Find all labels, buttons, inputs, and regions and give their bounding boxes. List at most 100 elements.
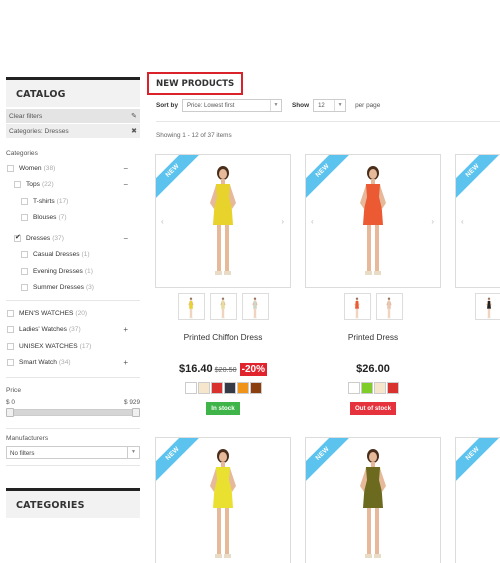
product-photo	[360, 166, 386, 275]
main-content: NEW PRODUCTS Sort by Price: Lowest first…	[147, 72, 500, 563]
price-slider[interactable]	[6, 408, 140, 417]
chevron-left-icon[interactable]: ‹	[161, 217, 164, 226]
product-image[interactable]: NEW	[305, 437, 441, 563]
collapse-icon[interactable]: −	[123, 234, 128, 243]
product-image[interactable]: NEW‹›	[455, 154, 500, 288]
show-label: Show	[292, 102, 310, 109]
chevron-right-icon[interactable]: ›	[281, 217, 284, 226]
collapse-icon[interactable]: −	[123, 164, 128, 173]
chevron-left-icon[interactable]: ‹	[461, 217, 464, 226]
sort-label: Sort by	[156, 102, 179, 109]
product-image[interactable]: NEW	[155, 437, 291, 563]
category-filter-item[interactable]: Smart Watch (34) +	[6, 355, 140, 372]
category-filter-item[interactable]: Evening Dresses (1)	[6, 263, 140, 280]
color-swatch[interactable]	[197, 382, 210, 394]
product-name[interactable]: Printed Chiffon Dress	[155, 332, 291, 342]
price-slider-min-handle[interactable]	[6, 408, 14, 417]
checkbox[interactable]	[21, 197, 28, 205]
checkbox[interactable]	[7, 342, 14, 350]
manufacturers-select[interactable]: No filters ▼	[6, 446, 140, 459]
chevron-right-icon[interactable]: ›	[431, 217, 434, 226]
checkbox[interactable]	[21, 251, 28, 259]
sort-select[interactable]: Price: Lowest first ▼	[182, 99, 283, 112]
color-swatch[interactable]	[249, 382, 262, 394]
checkbox[interactable]	[21, 214, 28, 222]
category-filter-item[interactable]: Dresses(37) −	[6, 230, 140, 247]
product-card[interactable]: NEW‹›	[455, 154, 500, 320]
chevron-left-icon[interactable]: ‹	[311, 217, 314, 226]
category-count: (1)	[84, 267, 93, 275]
checkbox[interactable]	[7, 309, 14, 317]
clear-filters-button[interactable]: Clear filters ✎	[6, 109, 140, 123]
product-thumbnail[interactable]	[375, 293, 403, 320]
category-filter-item[interactable]: T-shirts (17)	[6, 193, 140, 210]
product-card[interactable]: NEW	[455, 437, 500, 563]
product-image[interactable]: NEW‹›	[155, 154, 291, 288]
checkbox[interactable]	[14, 181, 21, 189]
category-label: Tops	[26, 181, 40, 189]
new-badge: NEW	[306, 438, 354, 485]
color-swatch[interactable]	[347, 382, 360, 394]
catalog-title: CATALOG	[6, 77, 140, 107]
category-label: Dresses	[26, 234, 51, 242]
color-swatches	[305, 382, 441, 394]
product-thumbnail[interactable]	[343, 293, 371, 320]
product-image[interactable]: NEW	[455, 437, 500, 563]
category-filter-item[interactable]: Ladies' Watches (37) +	[6, 322, 140, 339]
expand-icon[interactable]: +	[123, 325, 128, 334]
close-icon[interactable]: ✖	[131, 127, 137, 135]
checkbox[interactable]	[14, 233, 21, 242]
product-thumbnail[interactable]	[209, 293, 237, 320]
product-card[interactable]: NEW ‹ › Printed Dress $26.00 Out of stock	[305, 154, 441, 415]
category-count: (1)	[81, 251, 90, 259]
new-badge: NEW	[456, 438, 500, 485]
active-filter-label: Categories: Dresses	[9, 127, 69, 135]
price-min: $ 0	[6, 399, 15, 406]
per-page-select[interactable]: 12 ▼	[313, 99, 347, 112]
discount-badge: -20%	[239, 362, 267, 376]
category-count: (38)	[43, 164, 56, 172]
product-thumbnail[interactable]	[241, 293, 269, 320]
color-swatch[interactable]	[210, 382, 223, 394]
sidebar: CATALOG Clear filters ✎ Categories: Dres…	[6, 77, 140, 518]
divider	[6, 300, 140, 301]
product-card[interactable]: NEW ‹ › Printed Chiffon Dress $16.40 $20.50 -2…	[155, 154, 291, 415]
product-card[interactable]: NEW	[155, 437, 291, 563]
thumbnail-list	[305, 293, 441, 320]
color-swatch[interactable]	[360, 382, 373, 394]
expand-icon[interactable]: +	[123, 358, 128, 367]
category-label: T-shirts	[33, 197, 55, 205]
product-name[interactable]: Printed Dress	[305, 332, 441, 342]
checkbox[interactable]	[7, 164, 14, 172]
product-card[interactable]: NEW	[305, 437, 441, 563]
categories-title: CATEGORIES	[6, 488, 140, 518]
checkbox[interactable]	[7, 359, 14, 367]
color-swatch[interactable]	[373, 382, 386, 394]
color-swatch[interactable]	[386, 382, 399, 394]
category-count: (17)	[79, 342, 92, 350]
collapse-icon[interactable]: −	[123, 180, 128, 189]
active-filter[interactable]: Categories: Dresses ✖	[6, 124, 140, 138]
divider	[6, 428, 140, 429]
category-filter-item[interactable]: Women (38) −	[6, 160, 140, 177]
category-filter-item[interactable]: Casual Dresses (1)	[6, 247, 140, 264]
checkbox[interactable]	[21, 267, 28, 275]
category-filter-item[interactable]: Tops (22) −	[6, 177, 140, 194]
category-label: Evening Dresses	[33, 267, 83, 275]
category-filter-item[interactable]: Summer Dresses (3)	[6, 280, 140, 297]
category-filter-item[interactable]: UNISEX WATCHES (17)	[6, 338, 140, 355]
price-slider-max-handle[interactable]	[132, 408, 140, 417]
product-price: $26.00	[356, 363, 390, 375]
color-swatch[interactable]	[184, 382, 197, 394]
chevron-down-icon: ▼	[334, 100, 345, 111]
product-image[interactable]: NEW‹›	[305, 154, 441, 288]
color-swatch[interactable]	[223, 382, 236, 394]
checkbox[interactable]	[7, 326, 14, 334]
color-swatch[interactable]	[236, 382, 249, 394]
category-filter-item[interactable]: Blouses (7)	[6, 210, 140, 227]
product-thumbnail[interactable]	[475, 293, 500, 320]
per-page-value: 12	[318, 103, 325, 109]
checkbox[interactable]	[21, 284, 28, 292]
category-filter-item[interactable]: MEN'S WATCHES (20)	[6, 305, 140, 322]
product-thumbnail[interactable]	[177, 293, 205, 320]
